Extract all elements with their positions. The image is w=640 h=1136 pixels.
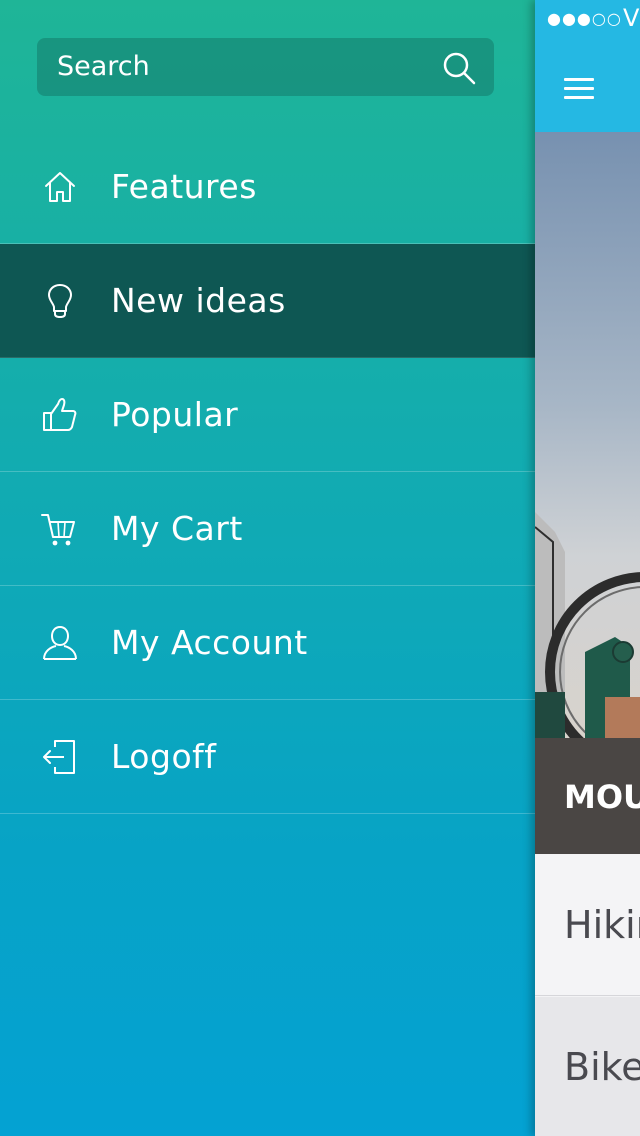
- signal-strength: ●●●○○: [547, 9, 622, 28]
- menu-item-popular[interactable]: Popular: [0, 358, 535, 472]
- menu-item-new-ideas[interactable]: New ideas: [0, 244, 535, 358]
- cart-icon: [41, 514, 75, 546]
- logout-icon: [43, 740, 75, 774]
- menu-item-my-cart[interactable]: My Cart: [0, 472, 535, 586]
- home-icon: [45, 172, 75, 202]
- menu-list: Features New ideas Popular My Cart My Ac…: [0, 130, 535, 814]
- search-input[interactable]: Search: [57, 38, 150, 96]
- side-menu: Search Features New ideas Popular My Car…: [0, 0, 535, 1136]
- menu-item-label: Features: [111, 167, 257, 206]
- search-bar[interactable]: Search: [37, 38, 494, 96]
- hero-image: [535, 132, 640, 738]
- list-item-label: Hikir: [564, 903, 640, 947]
- hero-caption: MOU: [535, 738, 640, 854]
- menu-item-label: New ideas: [111, 281, 286, 320]
- thumbs-up-icon: [43, 398, 77, 431]
- menu-item-label: Logoff: [111, 737, 217, 776]
- menu-item-logoff[interactable]: Logoff: [0, 700, 535, 814]
- list-item[interactable]: Bike: [535, 997, 640, 1136]
- menu-toggle-icon[interactable]: [564, 78, 594, 100]
- menu-item-my-account[interactable]: My Account: [0, 586, 535, 700]
- nav-bar: [535, 40, 640, 132]
- menu-item-label: My Account: [111, 623, 308, 662]
- lightbulb-icon: [48, 284, 72, 319]
- carrier-name: V: [623, 4, 640, 32]
- status-bar: ●●●○○ V: [535, 0, 640, 40]
- list-item-label: Bike: [564, 1045, 640, 1089]
- menu-item-label: Popular: [111, 395, 239, 434]
- menu-item-features[interactable]: Features: [0, 130, 535, 244]
- user-icon: [43, 625, 77, 660]
- caption-text: MOU: [564, 778, 640, 816]
- list-item[interactable]: Hikir: [535, 855, 640, 996]
- menu-item-label: My Cart: [111, 509, 243, 548]
- main-panel[interactable]: ●●●○○ V MOU Hikir Bike: [535, 0, 640, 1136]
- search-icon[interactable]: [442, 51, 476, 85]
